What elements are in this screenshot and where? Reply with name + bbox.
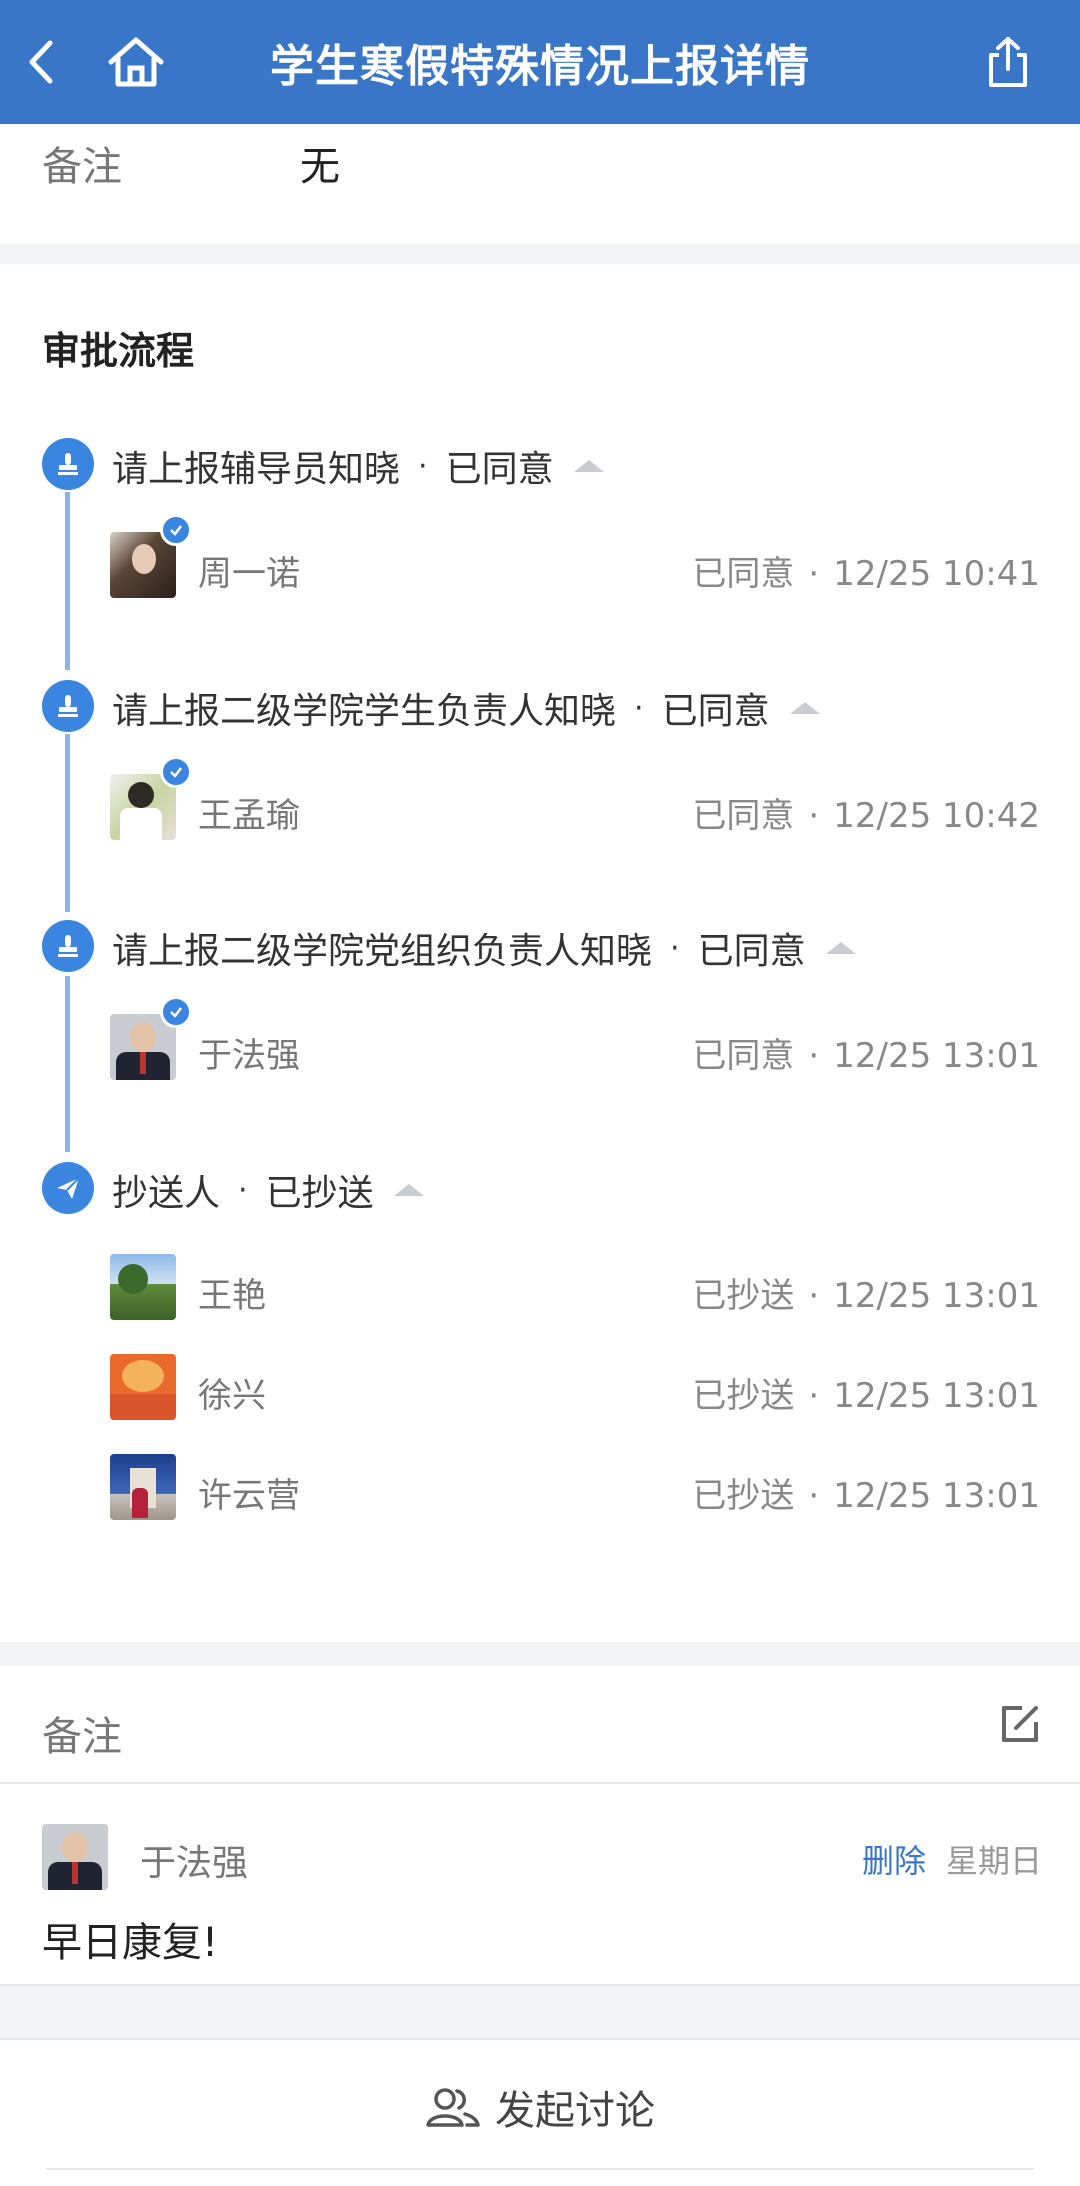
approval-time: 12/25 10:41: [833, 554, 1040, 594]
person-status: 已同意 · 12/25 10:42: [692, 788, 1040, 837]
approver-stamp-icon: [58, 935, 78, 957]
person-name: 于法强: [198, 1036, 300, 1076]
step-title: 抄送人: [112, 1173, 221, 1214]
avatar: [110, 1454, 176, 1520]
avatar: [110, 1354, 176, 1420]
person-name: 周一诺: [198, 554, 300, 594]
cc-status: 已抄送: [692, 1376, 795, 1416]
approver-stamp-icon: [58, 695, 78, 717]
paper-plane-icon: [57, 1177, 80, 1199]
cc-time: 12/25 13:01: [833, 1476, 1040, 1516]
timeline-connector: [65, 492, 70, 670]
step-title: 请上报二级学院学生负责人知晓: [112, 691, 617, 732]
collapse-caret-icon[interactable]: [825, 942, 856, 954]
divider: [0, 1782, 1080, 1784]
step-approver-node: [42, 680, 94, 732]
separator-dot: ·: [808, 796, 820, 836]
separator-dot: ·: [808, 1036, 820, 1076]
avatar: [110, 1254, 176, 1320]
step-title: 请上报辅导员知晓: [112, 449, 401, 490]
back-button[interactable]: [0, 22, 80, 102]
delete-comment-link[interactable]: 删除: [862, 1836, 926, 1882]
step-status: 已同意: [661, 691, 770, 732]
approval-time: 12/25 13:01: [833, 1036, 1040, 1076]
section-separator: [0, 1986, 1080, 2038]
home-icon: [108, 37, 164, 87]
person-status: 已同意 · 12/25 10:41: [692, 546, 1040, 595]
start-discussion-label: 发起讨论: [495, 2088, 655, 2134]
collapse-caret-icon[interactable]: [573, 460, 604, 472]
separator-dot: ·: [634, 690, 644, 726]
step-header[interactable]: 请上报辅导员知晓 · 已同意: [112, 440, 604, 492]
step-approver-node: [42, 438, 94, 490]
section-separator: [0, 244, 1080, 264]
approval-flow-title: 审批流程: [42, 329, 195, 373]
step-header[interactable]: 请上报二级学院学生负责人知晓 · 已同意: [112, 682, 820, 734]
section-separator: [0, 1642, 1080, 1666]
comment-author: 于法强: [140, 1843, 249, 1884]
step-cc-node: [42, 1162, 94, 1214]
cc-time: 12/25 13:01: [833, 1276, 1040, 1316]
comment-avatar: [42, 1824, 108, 1890]
approver-stamp-icon: [58, 453, 78, 475]
home-button[interactable]: [96, 22, 176, 102]
step-header[interactable]: 请上报二级学院党组织负责人知晓 · 已同意: [112, 922, 856, 974]
step-title: 请上报二级学院党组织负责人知晓: [112, 931, 653, 972]
cc-status: 已抄送: [692, 1276, 795, 1316]
timeline-connector: [65, 734, 70, 912]
person-status: 已同意 · 12/25 13:01: [692, 1028, 1040, 1077]
edit-notes-button[interactable]: [998, 1702, 1042, 1746]
cc-status: 已抄送: [692, 1476, 795, 1516]
approval-time: 12/25 10:42: [833, 796, 1040, 836]
separator-dot: ·: [808, 1476, 820, 1516]
step-header[interactable]: 抄送人 · 已抄送: [112, 1164, 424, 1216]
separator-dot: ·: [808, 1276, 820, 1316]
collapse-caret-icon[interactable]: [789, 702, 820, 714]
start-discussion-button[interactable]: 发起讨论: [0, 2072, 1080, 2142]
cc-time: 12/25 13:01: [833, 1376, 1040, 1416]
top-nav-bar: 学生寒假特殊情况上报详情: [0, 0, 1080, 124]
separator-dot: ·: [670, 930, 680, 966]
check-badge-icon: [160, 996, 192, 1028]
step-status: 已同意: [697, 931, 806, 972]
approval-status: 已同意: [692, 554, 795, 594]
edit-icon: [1002, 1706, 1038, 1742]
person-name: 王艳: [198, 1276, 266, 1316]
check-badge-icon: [160, 756, 192, 788]
collapse-caret-icon[interactable]: [393, 1184, 424, 1196]
person-name: 许云营: [198, 1476, 300, 1516]
separator-dot: ·: [808, 554, 820, 594]
comment-date: 星期日: [946, 1842, 1043, 1880]
check-badge-icon: [160, 514, 192, 546]
divider: [0, 2038, 1080, 2040]
person-status: 已抄送 · 12/25 13:01: [692, 1268, 1040, 1317]
notes-label: 备注: [42, 1714, 122, 1760]
share-button[interactable]: [968, 22, 1048, 102]
approval-status: 已同意: [692, 796, 795, 836]
share-icon: [989, 37, 1027, 87]
back-icon: [29, 40, 53, 84]
person-status: 已抄送 · 12/25 13:01: [692, 1368, 1040, 1417]
step-status: 已抄送: [265, 1173, 374, 1214]
remark-label: 备注: [42, 144, 122, 190]
comment-text: 早日康复!: [42, 1920, 219, 1966]
separator-dot: ·: [238, 1172, 248, 1208]
timeline-connector: [65, 976, 70, 1152]
person-status: 已抄送 · 12/25 13:01: [692, 1468, 1040, 1517]
separator-dot: ·: [808, 1376, 820, 1416]
person-name: 徐兴: [198, 1376, 266, 1416]
separator-dot: ·: [418, 448, 428, 484]
people-icon: [426, 2088, 480, 2127]
approval-status: 已同意: [692, 1036, 795, 1076]
divider: [46, 2168, 1034, 2170]
person-name: 王孟瑜: [198, 796, 300, 836]
step-approver-node: [42, 920, 94, 972]
remark-value: 无: [300, 144, 340, 190]
step-status: 已同意: [445, 449, 554, 490]
